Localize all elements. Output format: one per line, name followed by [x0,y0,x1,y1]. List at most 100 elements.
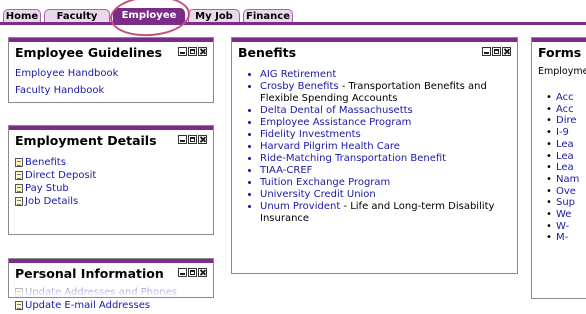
form-link[interactable]: Lea [556,139,574,150]
list-item: AIG Retirement [260,69,511,81]
list-item[interactable]: Direct Deposit [15,169,207,182]
close-icon[interactable] [502,47,511,56]
tab-faculty[interactable]: Faculty [44,9,110,23]
list-item[interactable]: Pay Stub [15,182,207,195]
list-item[interactable]: Acc [546,104,586,116]
tab-underline [0,22,586,25]
minimize-icon[interactable] [482,47,491,56]
panel-header: Employment Details [9,126,213,151]
job-details-link[interactable]: Job Details [25,195,78,208]
list-item[interactable]: Ove [546,186,586,198]
close-icon[interactable] [198,268,207,277]
list-item: Delta Dental of Massachusetts [260,105,511,117]
employment-details-panel: Employment Details Benefits Direct Depos… [8,125,214,235]
forms-list: Acc Acc Dire I-9 Lea Lea Lea Nam Ove Sup… [532,78,586,244]
maximize-icon[interactable] [188,47,197,56]
maximize-icon[interactable] [188,268,197,277]
list-item: Harvard Pilgrim Health Care [260,141,511,153]
list-item: Ride-Matching Transportation Benefit [260,153,511,165]
close-icon[interactable] [198,47,207,56]
tuition-exchange-link[interactable]: Tuition Exchange Program [260,177,390,188]
form-link[interactable]: Lea [556,162,574,173]
tiaa-cref-link[interactable]: TIAA-CREF [260,165,312,176]
harvard-pilgrim-link[interactable]: Harvard Pilgrim Health Care [260,141,400,152]
form-link[interactable]: We [556,209,571,220]
fade-overlay [532,276,586,298]
list-item: Fidelity Investments [260,129,511,141]
delta-dental-link[interactable]: Delta Dental of Massachusetts [260,105,413,116]
list-item[interactable]: I-9 [546,127,586,139]
list-item[interactable]: Job Details [15,195,207,208]
form-link[interactable]: Nam [556,174,579,185]
tab-finance[interactable]: Finance [243,9,293,23]
personal-information-panel: Personal Information Update Addresses an… [8,258,214,311]
form-link[interactable]: Sup [556,197,575,208]
ride-matching-link[interactable]: Ride-Matching Transportation Benefit [260,153,446,164]
list-item: Tuition Exchange Program [260,177,511,189]
employee-assistance-link[interactable]: Employee Assistance Program [260,117,411,128]
forms-subtitle: Employme [538,66,586,77]
forms-panel: Forms Employme Acc Acc Dire I-9 Lea Lea … [531,37,586,299]
university-credit-union-link[interactable]: University Credit Union [260,189,376,200]
list-item[interactable]: Lea [546,139,586,151]
faculty-handbook-link[interactable]: Faculty Handbook [15,85,104,96]
minimize-icon[interactable] [178,135,187,144]
panel-header: Forms [532,38,586,63]
tab-my-job[interactable]: My Job [188,9,240,23]
update-addresses-link[interactable]: Update Addresses and Phones [25,286,177,299]
list-item: University Credit Union [260,189,511,201]
panel-header: Personal Information [9,259,213,284]
update-email-link[interactable]: Update E-mail Addresses [25,299,150,312]
list-item[interactable]: M- [546,232,586,244]
employee-guidelines-panel: Employee Guidelines Employee Handbook Fa… [8,37,214,103]
benefits-list: AIG Retirement Crosby Benefits - Transpo… [232,63,517,225]
form-link[interactable]: I-9 [556,127,569,138]
panel-header: Benefits [232,38,517,63]
list-item[interactable]: Benefits [15,156,207,169]
list-item[interactable]: Update Addresses and Phones [15,286,207,299]
benefits-link[interactable]: Benefits [25,156,66,169]
panel-title: Personal Information [15,266,164,281]
aig-retirement-link[interactable]: AIG Retirement [260,69,336,80]
list-item[interactable]: Lea [546,162,586,174]
panel-title: Forms [538,45,582,60]
form-link[interactable]: Acc [556,104,574,115]
document-icon [15,288,23,297]
tab-employee[interactable]: Employee [113,8,185,23]
document-icon [15,301,23,310]
maximize-icon[interactable] [188,135,197,144]
panel-header: Employee Guidelines [9,38,213,63]
list-item[interactable]: Lea [546,151,586,163]
fidelity-investments-link[interactable]: Fidelity Investments [260,129,361,140]
list-item[interactable]: W- [546,221,586,233]
form-link[interactable]: Dire [556,115,577,126]
form-link[interactable]: Acc [556,92,574,103]
pay-stub-link[interactable]: Pay Stub [25,182,69,195]
list-item[interactable]: Update E-mail Addresses [15,299,207,312]
document-icon [15,158,23,167]
form-link[interactable]: M- [556,232,568,243]
employee-handbook-link[interactable]: Employee Handbook [15,68,118,79]
form-link[interactable]: W- [556,221,569,232]
list-item: TIAA-CREF [260,165,511,177]
tab-home[interactable]: Home [3,9,41,23]
close-icon[interactable] [198,135,207,144]
form-link[interactable]: Ove [556,186,576,197]
minimize-icon[interactable] [178,47,187,56]
list-item[interactable]: Dire [546,115,586,127]
unum-provident-link[interactable]: Unum Provident [260,201,340,212]
maximize-icon[interactable] [492,47,501,56]
list-item: Unum Provident - Life and Long-term Disa… [260,201,511,225]
form-link[interactable]: Lea [556,151,574,162]
list-item[interactable]: Acc [546,92,586,104]
list-item: Employee Assistance Program [260,117,511,129]
crosby-benefits-link[interactable]: Crosby Benefits [260,81,339,92]
direct-deposit-link[interactable]: Direct Deposit [25,169,96,182]
document-icon [15,197,23,206]
list-item[interactable]: We [546,209,586,221]
minimize-icon[interactable] [178,268,187,277]
list-item[interactable]: Sup [546,197,586,209]
panel-title: Employment Details [15,133,157,148]
panel-title: Employee Guidelines [15,45,163,60]
list-item[interactable]: Nam [546,174,586,186]
